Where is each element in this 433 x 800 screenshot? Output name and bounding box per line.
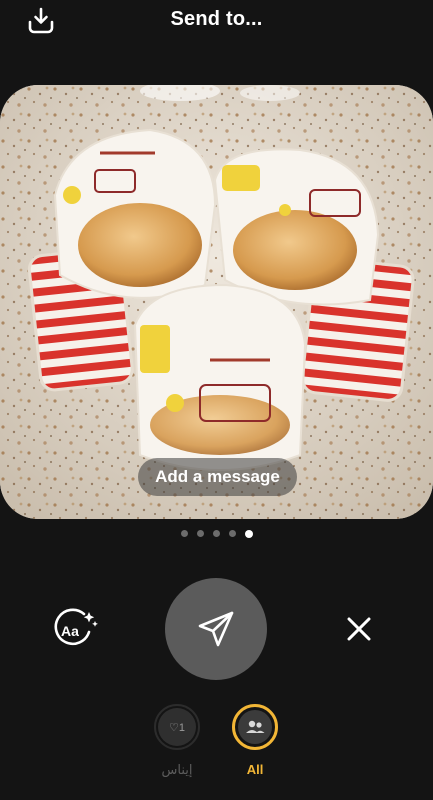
avatar: ♡1: [154, 704, 200, 750]
text-style-icon: Aa: [54, 608, 98, 646]
group-icon: [246, 720, 265, 733]
add-message-input[interactable]: Add a message: [138, 458, 297, 496]
photo-illustration: [0, 85, 433, 519]
page-title: Send to...: [170, 8, 263, 30]
close-icon: [347, 617, 371, 641]
recipient-label: إيناس: [161, 762, 193, 777]
recipient-all[interactable]: All: [215, 704, 295, 777]
avatar-badge: ♡1: [158, 708, 196, 746]
pager-dot[interactable]: [212, 530, 220, 537]
recipient-enas[interactable]: ♡1 إيناس: [137, 704, 217, 778]
text-style-button[interactable]: Aa: [50, 606, 98, 650]
photo-preview: [0, 85, 433, 519]
send-button[interactable]: [165, 578, 267, 680]
avatar: [232, 704, 278, 750]
paper-plane-icon: [198, 611, 234, 647]
close-button[interactable]: [344, 614, 374, 644]
pager-dot[interactable]: [180, 530, 188, 537]
recipient-label: All: [246, 762, 264, 777]
pager-dot[interactable]: [228, 530, 236, 537]
top-bar: Send to...: [0, 0, 433, 44]
pager-dot-active[interactable]: [244, 529, 253, 538]
svg-text:Aa: Aa: [61, 623, 79, 639]
badge-text: ♡1: [169, 721, 185, 734]
pager-dot[interactable]: [196, 530, 204, 537]
avatar-inner: [238, 710, 272, 744]
pager-dots: [0, 529, 433, 538]
